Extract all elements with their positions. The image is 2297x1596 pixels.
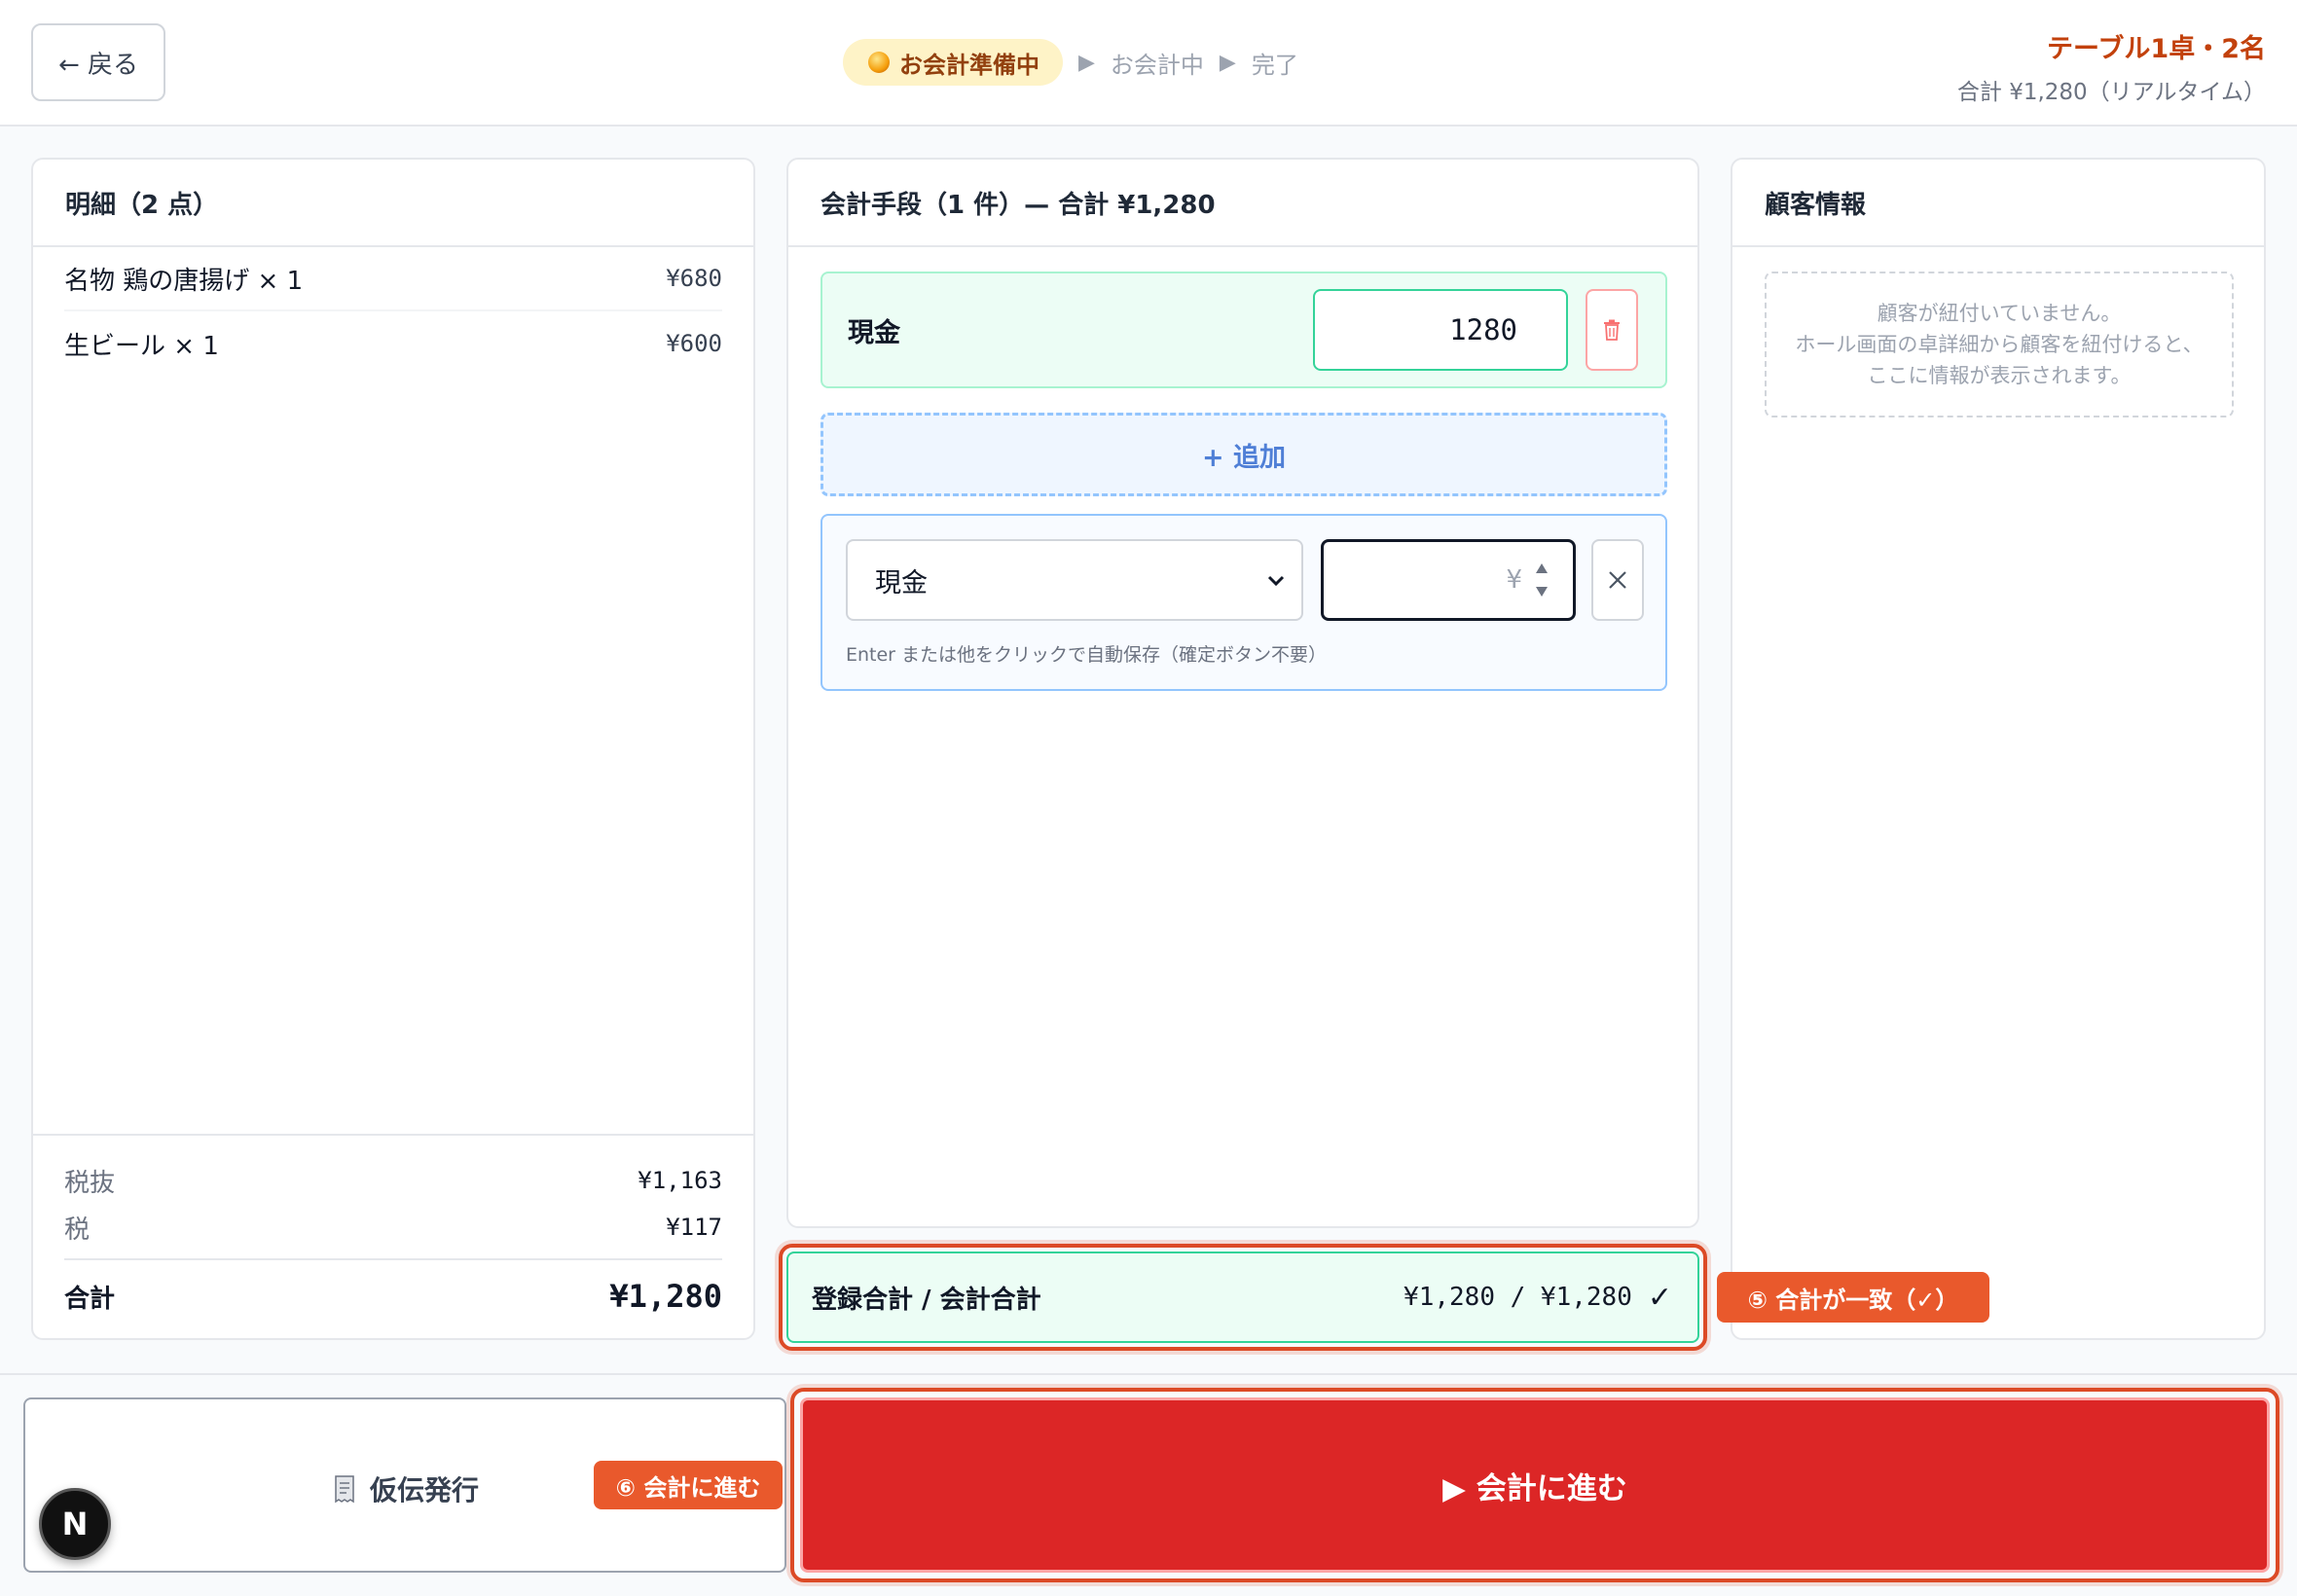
new-payment-form: 現金 ¥ Enter または他をクリックで自動保存（確定ボタン不要）	[820, 514, 1667, 691]
customer-empty-state: 顧客が紐付いていません。 ホール画面の卓詳細から顧客を紐付けると、 ここに情報が…	[1765, 272, 2234, 417]
details-title: 明細（2 点）	[33, 160, 753, 247]
item-name: 名物 鶏の唐揚げ × 1	[64, 266, 304, 296]
total-row: 合計 ¥1,280	[64, 1258, 722, 1324]
receipt-icon	[335, 1475, 354, 1504]
annotation-badge-6: ⑥ 会計に進む	[594, 1461, 783, 1509]
temp-slip-content: 仮伝発行	[333, 1469, 479, 1508]
match-label: 登録合計 / 会計合計	[812, 1285, 1041, 1315]
close-icon	[1609, 571, 1626, 589]
tax-label: 税	[64, 1215, 91, 1245]
tax-row: 税 ¥117	[64, 1204, 722, 1251]
subtotal-label: 税抜	[64, 1168, 116, 1198]
payment-title: 会計手段（1 件）— 合計 ¥1,280	[788, 160, 1697, 247]
step-preparing-label: お会計準備中	[899, 51, 1039, 79]
delete-payment-button[interactable]	[1586, 289, 1638, 371]
empty-line: ここに情報が表示されます。	[1867, 364, 2132, 387]
details-panel: 明細（2 点） 名物 鶏の唐揚げ × 1 ¥680 生ビール × 1 ¥600 …	[31, 158, 755, 1340]
amount-input[interactable]: ¥	[1321, 539, 1576, 621]
cancel-entry-button[interactable]	[1591, 539, 1644, 621]
total-value: ¥1,280	[609, 1278, 722, 1315]
proceed-checkout-button[interactable]: ▶ 会計に進む	[800, 1397, 2270, 1573]
annotation-badge-5: ⑤ 合計が一致（✓）	[1717, 1272, 1989, 1323]
step-arrow-icon: ▶	[1078, 50, 1095, 75]
customer-title: 顧客情報	[1732, 160, 2264, 247]
match-value: ¥1,280 / ¥1,280	[1404, 1283, 1632, 1312]
item-price: ¥600	[666, 330, 722, 357]
step-preparing: お会計準備中	[843, 39, 1063, 86]
table-info: テーブル1卓・2名 合計 ¥1,280（リアルタイム）	[1957, 27, 2266, 106]
empty-line: 顧客が紐付いていません。	[1877, 302, 2122, 325]
header: ← 戻る お会計準備中 ▶ お会計中 ▶ 完了 テーブル1卓・2名 合計 ¥1,…	[0, 0, 2297, 127]
total-match-bar: 登録合計 / 会計合計 ¥1,280 / ¥1,280 ✓	[786, 1251, 1699, 1343]
payment-amount-input[interactable]: 1280	[1313, 289, 1568, 371]
payment-row: 現金 1280	[820, 272, 1667, 388]
step-arrow-icon: ▶	[1219, 50, 1236, 75]
autosave-hint: Enter または他をクリックで自動保存（確定ボタン不要）	[846, 644, 1328, 666]
total-label: 合計	[64, 1284, 116, 1314]
stepper-icon[interactable]	[1534, 558, 1550, 602]
item-name: 生ビール × 1	[64, 331, 219, 361]
add-payment-button[interactable]: + 追加	[820, 413, 1667, 496]
proceed-highlight: ▶ 会計に進む	[790, 1388, 2279, 1582]
selected-method: 現金	[875, 567, 928, 598]
list-item: 生ビール × 1 ¥600	[64, 311, 722, 376]
temp-slip-label: 仮伝発行	[370, 1474, 480, 1506]
dev-tools-badge[interactable]: N	[39, 1488, 111, 1560]
table-total: 合計 ¥1,280（リアルタイム）	[1956, 80, 2266, 105]
chevron-down-icon	[1267, 575, 1285, 587]
details-summary: 税抜 ¥1,163 税 ¥117 合計 ¥1,280	[33, 1134, 753, 1338]
match-highlight: 登録合計 / 会計合計 ¥1,280 / ¥1,280 ✓	[779, 1244, 1707, 1351]
progress-steps: お会計準備中 ▶ お会計中 ▶ 完了	[843, 39, 1298, 86]
back-button[interactable]: ← 戻る	[31, 23, 165, 101]
check-icon: ✓	[1647, 1280, 1672, 1315]
tax-value: ¥117	[666, 1214, 722, 1241]
payment-method-select[interactable]: 現金	[846, 539, 1303, 621]
step-in-checkout: お会計中	[1110, 51, 1204, 79]
trash-icon	[1604, 319, 1620, 341]
step-complete: 完了	[1251, 51, 1298, 79]
coin-icon	[868, 52, 890, 73]
payment-method-label: 現金	[848, 317, 900, 348]
subtotal-value: ¥1,163	[638, 1167, 722, 1194]
list-item: 名物 鶏の唐揚げ × 1 ¥680	[64, 247, 722, 311]
table-name: テーブル1卓・2名	[2047, 34, 2266, 64]
item-price: ¥680	[666, 265, 722, 292]
match-value-group: ¥1,280 / ¥1,280 ✓	[1404, 1281, 1672, 1315]
empty-line: ホール画面の卓詳細から顧客を紐付けると、	[1795, 333, 2204, 356]
customer-panel: 顧客情報 顧客が紐付いていません。 ホール画面の卓詳細から顧客を紐付けると、 こ…	[1731, 158, 2266, 1340]
subtotal-row: 税抜 ¥1,163	[64, 1157, 722, 1204]
amount-placeholder: ¥	[1506, 565, 1522, 595]
payment-panel: 会計手段（1 件）— 合計 ¥1,280 現金 1280 + 追加 現金 ¥ E…	[786, 158, 1699, 1228]
